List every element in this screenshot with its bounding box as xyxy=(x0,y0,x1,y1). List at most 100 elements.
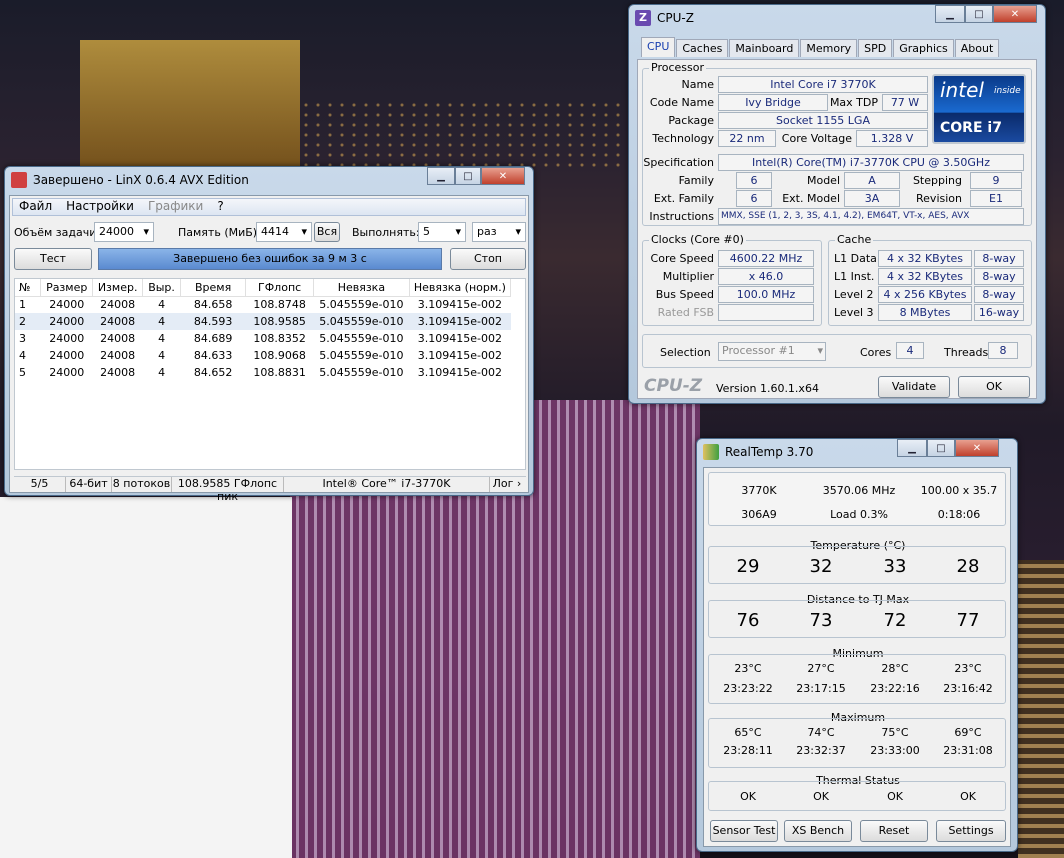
reset-button[interactable]: Reset xyxy=(860,820,928,842)
col-header[interactable]: Выр. xyxy=(142,279,182,297)
status-progress-bar: Завершено без ошибок за 9 м 3 с xyxy=(98,248,442,270)
tab-about[interactable]: About xyxy=(954,39,1000,57)
cpu-frequency: 3570.06 MHz xyxy=(822,484,896,497)
table-row[interactable]: 5 24000 24008 4 84.652 108.8831 5.045559e-010 3… xyxy=(15,364,511,381)
table-cell: 3.109415e-002 xyxy=(417,349,502,362)
memory-select[interactable]: 4414 ▾ xyxy=(256,222,312,242)
multiplier-label: Multiplier xyxy=(662,270,714,283)
settings-button[interactable]: Settings xyxy=(936,820,1006,842)
status-cpu: Intel® Core™ i7-3770K xyxy=(284,477,490,492)
tab-spd[interactable]: SPD xyxy=(858,39,893,57)
core-speed-field: 4600.22 MHz xyxy=(718,250,814,267)
selection-label: Selection xyxy=(660,346,711,359)
col-header[interactable]: Невязка (норм.) xyxy=(409,279,512,297)
close-icon[interactable]: ✕ xyxy=(993,5,1037,23)
table-cell: 3.109415e-002 xyxy=(417,315,502,328)
maximize-icon[interactable]: □ xyxy=(927,439,955,457)
all-memory-button[interactable]: Вся xyxy=(314,222,340,242)
cpuz-title: CPU-Z xyxy=(657,11,694,25)
minimize-icon[interactable]: ▁ xyxy=(427,167,455,185)
cpuz-app-icon: Z xyxy=(635,10,651,26)
table-cell: 5.045559e-010 xyxy=(319,298,404,312)
linx-client: Файл Настройки Графики ? Объём задачи: 2… xyxy=(9,195,529,503)
table-row[interactable]: 4 24000 24008 4 84.633 108.9068 5.045559e-010 3… xyxy=(15,347,511,364)
col-header[interactable]: Размер xyxy=(40,279,94,297)
wallpaper-right-building xyxy=(1018,560,1064,858)
codename-label: Code Name xyxy=(649,96,714,109)
processor-select[interactable]: Processor #1 ▾ xyxy=(718,342,826,361)
revision-label: Revision xyxy=(916,192,962,205)
minimize-icon[interactable]: ▁ xyxy=(897,439,927,457)
ext-model-field: 3A xyxy=(844,190,900,207)
ok-button[interactable]: OK xyxy=(958,376,1030,398)
specification-label: Specification xyxy=(643,156,714,169)
level3-label: Level 3 xyxy=(834,306,874,319)
stepping-label: Stepping xyxy=(912,174,962,187)
thermal-status: OK xyxy=(887,790,903,803)
test-button[interactable]: Тест xyxy=(14,248,92,270)
table-row[interactable]: 1 24000 24008 4 84.658 108.8748 5.045559e-010 3… xyxy=(15,296,511,313)
col-header[interactable]: ГФлопс xyxy=(245,279,314,297)
col-header[interactable]: Невязка xyxy=(313,279,410,297)
ext-family-label: Ext. Family xyxy=(653,192,714,205)
tab-graphics[interactable]: Graphics xyxy=(893,39,954,57)
memory-label: Память (МиБ): xyxy=(178,226,261,239)
run-unit-select[interactable]: раз ▾ xyxy=(472,222,526,242)
maximize-icon[interactable]: □ xyxy=(455,167,481,185)
close-icon[interactable]: ✕ xyxy=(955,439,999,457)
tab-memory[interactable]: Memory xyxy=(800,39,858,57)
min-time: 23:23:22 xyxy=(723,682,773,695)
table-cell: 84.652 xyxy=(193,366,233,379)
tab-caches[interactable]: Caches xyxy=(676,39,729,57)
menu-settings[interactable]: Настройки xyxy=(66,199,134,215)
min-time: 23:17:15 xyxy=(796,682,846,695)
table-cell: 3.109415e-002 xyxy=(417,332,502,345)
threads-label: Threads xyxy=(944,346,989,359)
task-size-select[interactable]: 24000 ▾ xyxy=(94,222,154,242)
model-field: A xyxy=(844,172,900,189)
cpuz-window: Z CPU-Z ▁ □ ✕ CPU Caches Mainboard Memor… xyxy=(628,4,1046,404)
validate-button[interactable]: Validate xyxy=(878,376,950,398)
min-temp: 23°C xyxy=(734,662,762,675)
core-distance: 77 xyxy=(956,610,980,631)
threads-field: 8 xyxy=(988,342,1018,359)
table-row[interactable]: 3 24000 24008 4 84.689 108.8352 5.045559e-010 3… xyxy=(15,330,511,347)
maxtdp-label: Max TDP xyxy=(829,96,878,109)
menu-graphs[interactable]: Графики xyxy=(148,199,203,215)
chevron-down-icon: ▾ xyxy=(817,344,823,357)
maximize-icon[interactable]: □ xyxy=(965,5,993,23)
cpuz-client: Processor Name Intel Core i7 3770K Code … xyxy=(637,59,1037,399)
xs-bench-button[interactable]: XS Bench xyxy=(784,820,852,842)
col-header[interactable]: № xyxy=(15,279,42,297)
cpu-id: 306A9 xyxy=(741,508,777,521)
cpuz-version: Version 1.60.1.x64 xyxy=(716,382,819,395)
table-header-row: № Размер Измер. Выр. Время ГФлопс Невязк… xyxy=(15,279,512,297)
table-cell: 4 xyxy=(19,349,26,362)
table-cell: 4 xyxy=(158,332,166,345)
technology-field: 22 nm xyxy=(718,130,776,147)
table-cell: 24000 xyxy=(49,332,85,345)
realtemp-title: RealTemp 3.70 xyxy=(725,445,814,459)
run-count-select[interactable]: 5 ▾ xyxy=(418,222,466,242)
log-link[interactable]: Лог › xyxy=(490,477,524,492)
menu-help[interactable]: ? xyxy=(217,199,223,215)
min-time: 23:16:42 xyxy=(943,682,993,695)
thermal-status: OK xyxy=(813,790,829,803)
sensor-test-button[interactable]: Sensor Test xyxy=(710,820,778,842)
close-icon[interactable]: ✕ xyxy=(481,167,525,185)
stop-button[interactable]: Стоп xyxy=(450,248,526,270)
minimize-icon[interactable]: ▁ xyxy=(935,5,965,23)
table-cell: 5.045559e-010 xyxy=(319,315,404,328)
level2-field: 4 x 256 KBytes xyxy=(878,286,972,303)
col-header[interactable]: Измер. xyxy=(92,279,144,297)
tab-mainboard[interactable]: Mainboard xyxy=(729,39,800,57)
table-cell: 108.9068 xyxy=(253,349,306,362)
table-row[interactable]: 2 24000 24008 4 84.593 108.9585 5.045559e-010 3… xyxy=(15,313,511,330)
col-header[interactable]: Время xyxy=(180,279,247,297)
max-time: 23:32:37 xyxy=(796,744,846,757)
table-cell: 24000 xyxy=(49,366,85,379)
thermometer-icon xyxy=(703,444,719,460)
tab-cpu[interactable]: CPU xyxy=(641,37,676,57)
l1-data-field: 4 x 32 KBytes xyxy=(878,250,972,267)
menu-file[interactable]: Файл xyxy=(19,199,52,215)
